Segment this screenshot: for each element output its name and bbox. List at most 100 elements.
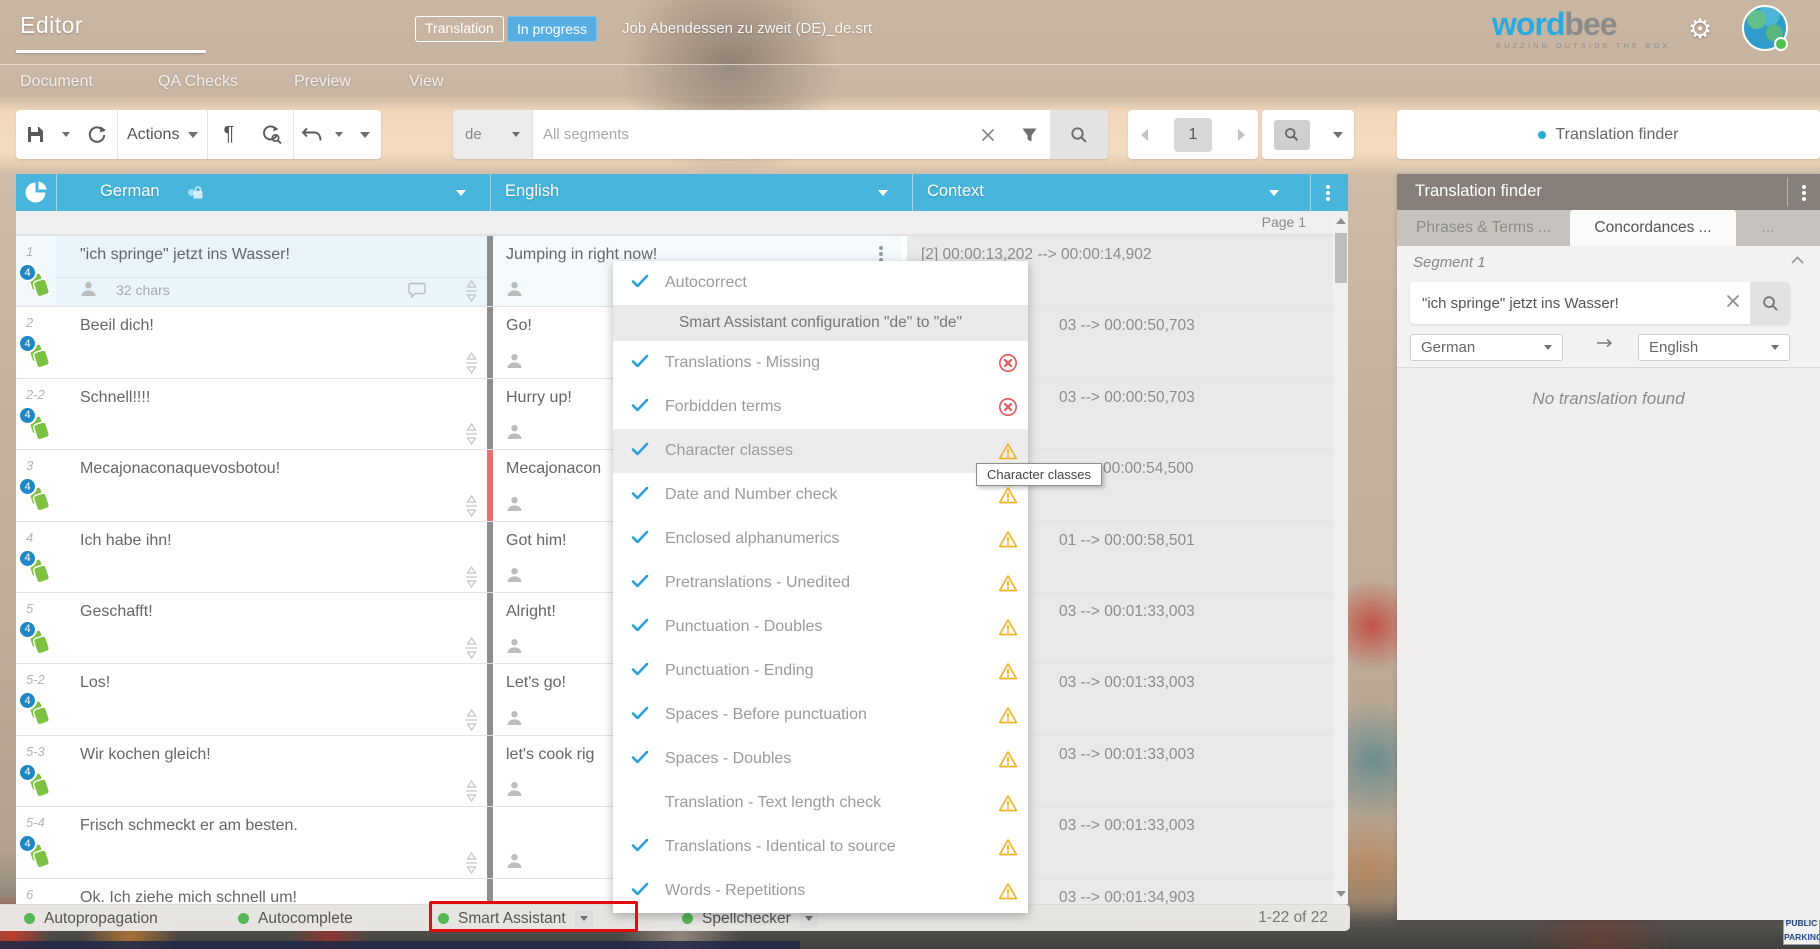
finder-target-language-select[interactable]: English bbox=[1638, 334, 1790, 361]
undo-options-caret[interactable] bbox=[330, 110, 348, 159]
actions-dropdown[interactable]: Actions bbox=[118, 110, 207, 159]
tab--[interactable]: ... bbox=[1736, 210, 1800, 246]
nav-item-preview[interactable]: Preview bbox=[294, 73, 351, 91]
finder-source-language-select[interactable]: German bbox=[1410, 334, 1563, 361]
scroll-down-icon[interactable] bbox=[1336, 891, 1346, 897]
drag-handle-icon[interactable] bbox=[464, 709, 479, 731]
menu-item-pretranslations-unedited[interactable]: Pretranslations - Unedited bbox=[613, 561, 1028, 605]
source-cell[interactable]: Frisch schmeckt er am besten. bbox=[56, 807, 487, 877]
tab-phrases-terms-[interactable]: Phrases & Terms ... bbox=[1397, 210, 1570, 246]
row-number: 2-2 bbox=[26, 387, 45, 402]
page-search-button[interactable] bbox=[1274, 120, 1310, 150]
undo-button[interactable] bbox=[294, 110, 330, 159]
person-icon bbox=[506, 496, 523, 512]
smart-assistant-menu: AutocorrectSmart Assistant configuration… bbox=[613, 261, 1028, 913]
finder-query-input[interactable] bbox=[1410, 295, 1716, 312]
menu-item-label: Date and Number check bbox=[665, 486, 998, 504]
redo-options-caret[interactable] bbox=[348, 110, 381, 159]
drag-handle-icon[interactable] bbox=[464, 495, 479, 517]
menu-item-enclosed-alphanumerics[interactable]: Enclosed alphanumerics bbox=[613, 517, 1028, 561]
menu-item-punctuation-doubles[interactable]: Punctuation - Doubles bbox=[613, 605, 1028, 649]
current-page[interactable]: 1 bbox=[1174, 118, 1212, 152]
drag-handle-icon[interactable] bbox=[464, 566, 479, 588]
column-header-target[interactable]: English bbox=[505, 182, 559, 201]
save-button[interactable] bbox=[16, 110, 56, 159]
column-header-source[interactable]: German bbox=[100, 182, 160, 201]
menu-item-translations-identical-to-source[interactable]: Translations - Identical to source bbox=[613, 825, 1028, 869]
check-icon bbox=[631, 574, 649, 593]
prev-page-button[interactable] bbox=[1141, 110, 1148, 159]
menu-item-forbidden-terms[interactable]: Forbidden terms bbox=[613, 385, 1028, 429]
kebab-menu-icon[interactable] bbox=[1802, 183, 1806, 203]
source-cell[interactable]: Los! bbox=[56, 664, 487, 734]
collapse-chevron-icon[interactable] bbox=[1791, 256, 1804, 264]
statusbar-caret[interactable] bbox=[575, 910, 593, 928]
statusbar-item-smart-assistant[interactable]: Smart Assistant bbox=[438, 905, 593, 932]
source-cell[interactable]: Ich habe ihn! bbox=[56, 522, 487, 592]
menu-item-translation-text-length-check[interactable]: Translation - Text length check bbox=[613, 781, 1028, 825]
warning-icon bbox=[998, 618, 1018, 637]
source-cell[interactable]: Geschafft! bbox=[56, 593, 487, 663]
statusbar-item-autopropagation[interactable]: Autopropagation bbox=[24, 905, 158, 932]
find-replace-button[interactable] bbox=[250, 110, 293, 159]
search-button[interactable] bbox=[1050, 110, 1108, 159]
drag-handle-icon[interactable] bbox=[464, 780, 479, 802]
drag-handle-icon[interactable] bbox=[464, 352, 479, 374]
translation-finder-toggle[interactable]: Translation finder bbox=[1397, 110, 1820, 159]
comment-icon[interactable] bbox=[408, 282, 427, 298]
scroll-thumb[interactable] bbox=[1335, 233, 1347, 283]
menu-item-character-classes[interactable]: Character classes bbox=[613, 429, 1028, 473]
source-cell[interactable]: Wir kochen gleich! bbox=[56, 736, 487, 806]
statusbar-item-autocomplete[interactable]: Autocomplete bbox=[238, 905, 353, 932]
menu-item-translations-missing[interactable]: Translations - Missing bbox=[613, 341, 1028, 385]
menu-item-autocorrect[interactable]: Autocorrect bbox=[613, 261, 1028, 305]
check-icon bbox=[631, 442, 649, 456]
settings-gear-icon[interactable]: ⚙ bbox=[1688, 14, 1712, 45]
column-header-context[interactable]: Context bbox=[927, 182, 984, 201]
tab-concordances-[interactable]: Concordances ... bbox=[1570, 210, 1736, 246]
save-options-caret[interactable] bbox=[56, 110, 76, 159]
clear-search-button[interactable] bbox=[968, 110, 1008, 159]
error-icon bbox=[998, 397, 1018, 417]
menu-item-words-repetitions[interactable]: Words - Repetitions bbox=[613, 869, 1028, 913]
search-icon bbox=[1762, 295, 1779, 312]
menu-item-spaces-before-punctuation[interactable]: Spaces - Before punctuation bbox=[613, 693, 1028, 737]
row-gutter: 5-34 bbox=[16, 736, 56, 806]
next-page-button[interactable] bbox=[1238, 110, 1245, 159]
finder-clear-button[interactable] bbox=[1716, 294, 1750, 313]
context-column-caret[interactable] bbox=[1269, 190, 1279, 196]
menu-item-spaces-doubles[interactable]: Spaces - Doubles bbox=[613, 737, 1028, 781]
source-cell[interactable]: "ich springe" jetzt ins Wasser!32 chars bbox=[56, 236, 487, 306]
kebab-menu-icon[interactable] bbox=[1326, 183, 1330, 203]
page-options-caret[interactable] bbox=[1333, 110, 1343, 159]
drag-handle-icon[interactable] bbox=[464, 423, 479, 445]
drag-handle-icon[interactable] bbox=[464, 280, 479, 302]
source-text: Geschafft! bbox=[80, 603, 153, 621]
nav-item-document[interactable]: Document bbox=[20, 73, 93, 91]
refresh-button[interactable] bbox=[76, 110, 118, 159]
drag-handle-icon[interactable] bbox=[464, 852, 479, 874]
target-column-caret[interactable] bbox=[878, 190, 888, 196]
source-column-caret[interactable] bbox=[456, 190, 466, 196]
filter-button[interactable] bbox=[1008, 110, 1050, 159]
source-cell[interactable]: Ok. Ich ziehe mich schnell um! bbox=[56, 879, 487, 904]
menu-item-date-and-number-check[interactable]: Date and Number check bbox=[613, 473, 1028, 517]
swap-languages-icon[interactable] bbox=[1593, 338, 1617, 356]
finder-search-button[interactable] bbox=[1750, 282, 1790, 324]
error-icon bbox=[998, 397, 1018, 417]
search-language-select[interactable]: de bbox=[453, 110, 533, 159]
scroll-up-icon[interactable] bbox=[1336, 218, 1346, 224]
pie-chart-icon[interactable] bbox=[25, 181, 48, 204]
vertical-scrollbar[interactable] bbox=[1333, 211, 1348, 904]
search-input[interactable] bbox=[533, 111, 968, 158]
menu-item-punctuation-ending[interactable]: Punctuation - Ending bbox=[613, 649, 1028, 693]
source-cell[interactable]: Schnell!!!! bbox=[56, 379, 487, 449]
source-cell[interactable]: Mecajonaconaquevosbotou! bbox=[56, 450, 487, 520]
nav-item-qa-checks[interactable]: QA Checks bbox=[158, 73, 238, 91]
formatting-marks-button[interactable]: ¶ bbox=[208, 110, 250, 159]
user-avatar[interactable] bbox=[1742, 5, 1788, 51]
nav-item-view[interactable]: View bbox=[409, 73, 443, 91]
drag-handle-icon[interactable] bbox=[464, 637, 479, 659]
person-icon bbox=[80, 281, 97, 297]
source-cell[interactable]: Beeil dich! bbox=[56, 307, 487, 377]
